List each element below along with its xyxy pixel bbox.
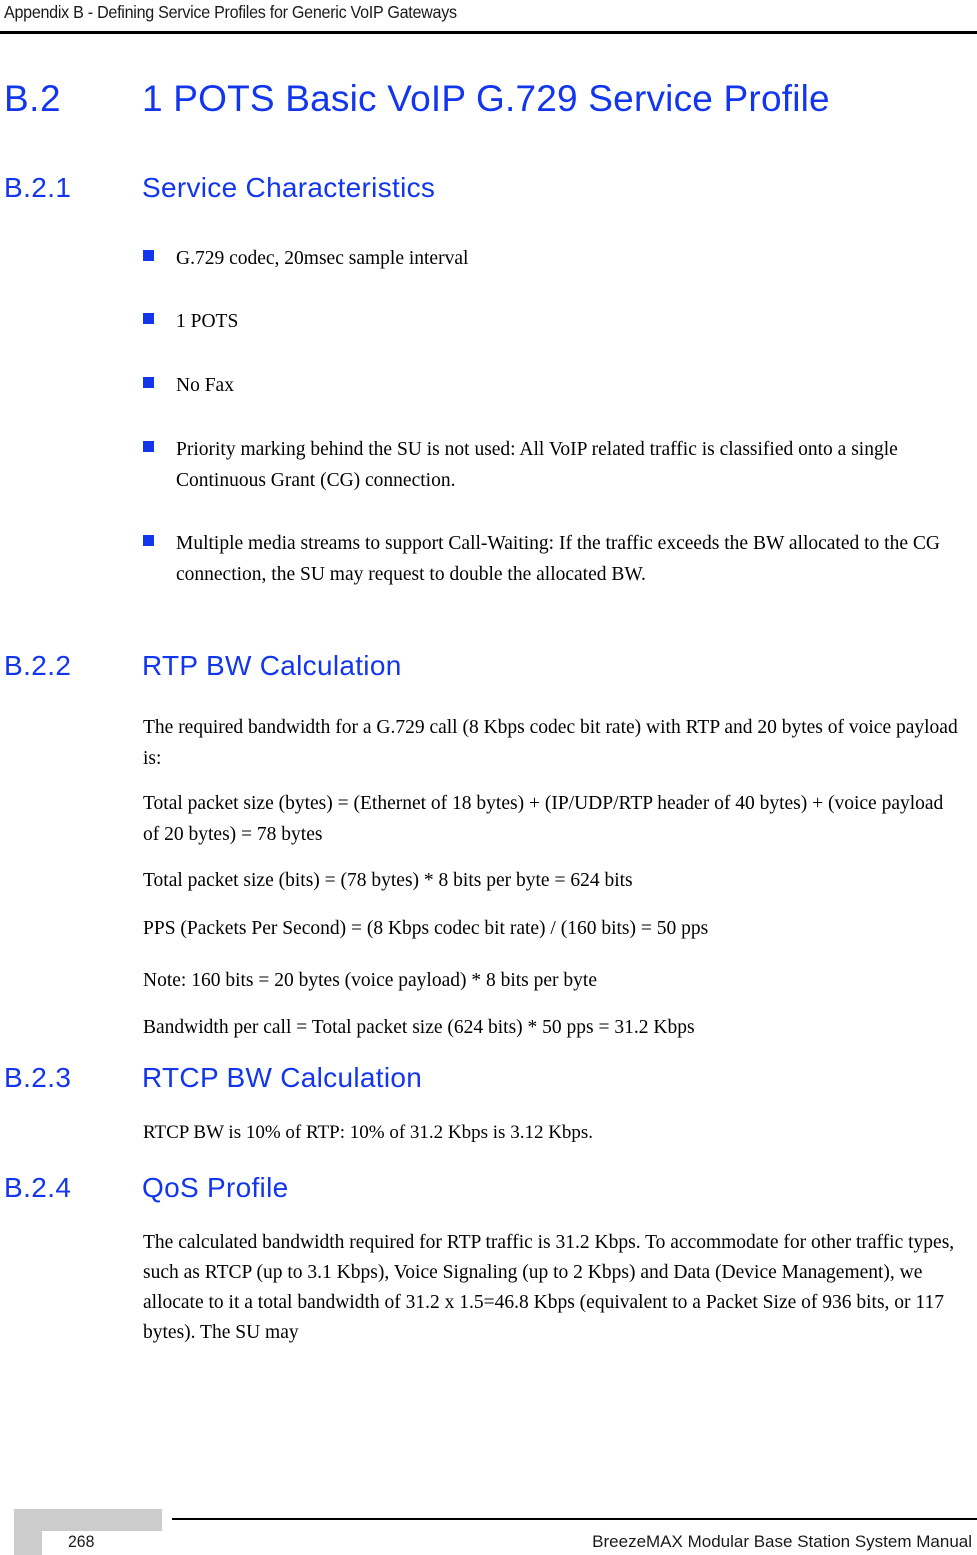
list-item-label: Multiple media streams to support Call-W… [176,533,940,585]
subsection-number: B.2.2 [4,650,72,681]
list-item-label: 1 POTS [176,311,239,332]
footer-manual-title: BreezeMAX Modular Base Station System Ma… [592,1532,972,1551]
paragraph: Total packet size (bits) = (78 bytes) * … [143,870,633,891]
square-bullet-icon [143,313,154,324]
footer-divider-rule [172,1518,977,1520]
page-header: Appendix B - Defining Service Profiles f… [0,0,977,34]
list-item-label: G.729 codec, 20msec sample interval [176,248,469,269]
subsection-title: Service Characteristics [142,172,436,203]
paragraph: PPS (Packets Per Second) = (8 Kbps codec… [143,918,709,939]
list-item-label: No Fax [176,375,234,396]
paragraph: Total packet size (bytes) = (Ethernet of… [143,793,944,845]
header-divider-rule [0,31,977,34]
subsection-title: QoS Profile [142,1172,289,1203]
running-header-title: Appendix B - Defining Service Profiles f… [4,2,457,22]
square-bullet-icon [143,377,154,388]
paragraph: Bandwidth per call = Total packet size (… [143,1017,695,1038]
paragraph: The calculated bandwidth required for RT… [143,1232,955,1343]
subsection-number: B.2.1 [4,172,72,203]
paragraph: Note: 160 bits = 20 bytes (voice payload… [143,970,597,991]
section-number: B.2 [4,78,62,119]
page-number: 268 [68,1532,95,1551]
section-title: 1 POTS Basic VoIP G.729 Service Profile [142,78,830,119]
subsection-number: B.2.4 [4,1172,72,1203]
square-bullet-icon [143,441,154,452]
square-bullet-icon [143,250,154,261]
paragraph: The required bandwidth for a G.729 call … [143,717,958,769]
square-bullet-icon [143,535,154,546]
subsection-title: RTP BW Calculation [142,650,402,681]
list-item-label: Priority marking behind the SU is not us… [176,439,898,491]
paragraph: RTCP BW is 10% of RTP: 10% of 31.2 Kbps … [143,1122,594,1143]
subsection-number: B.2.3 [4,1062,72,1093]
footer-decoration-vertical-bar [14,1509,42,1555]
subsection-title: RTCP BW Calculation [142,1062,423,1093]
